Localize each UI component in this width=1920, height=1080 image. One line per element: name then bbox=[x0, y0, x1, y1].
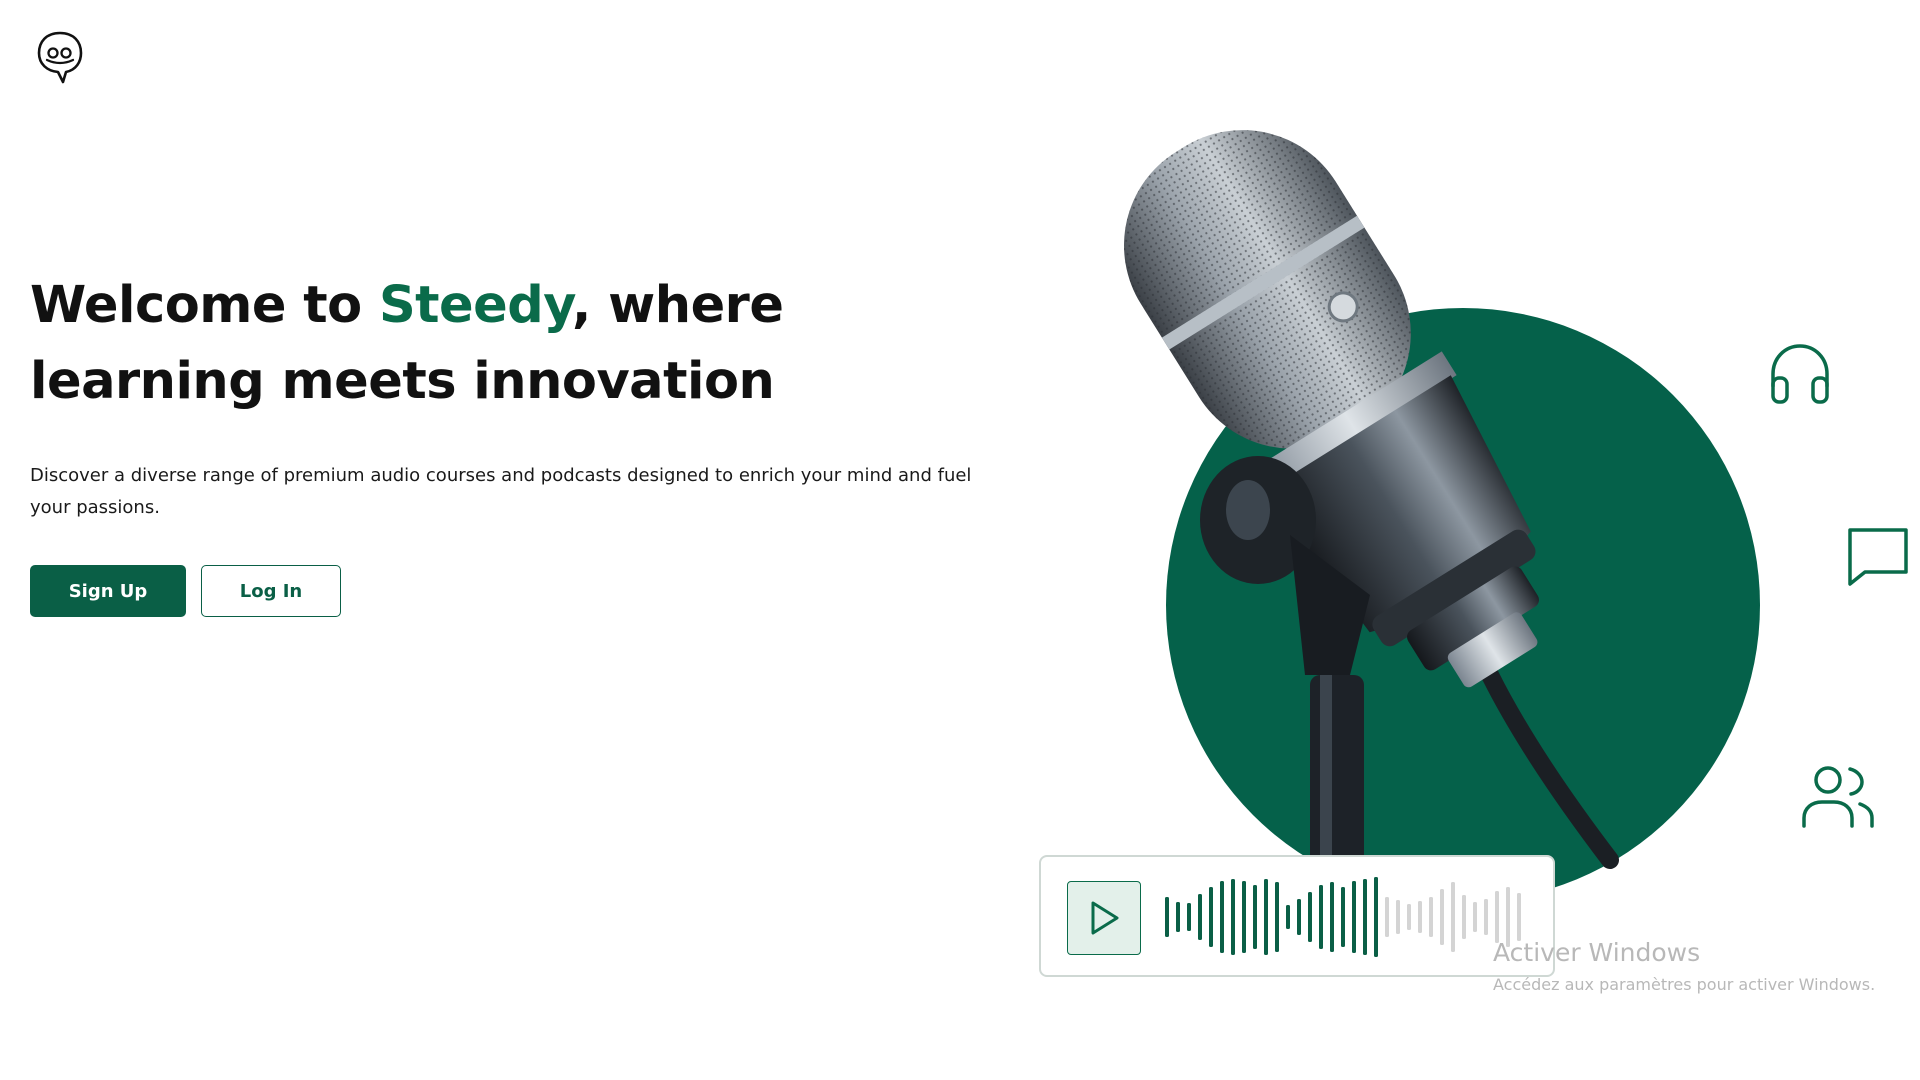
waveform-bar bbox=[1330, 882, 1334, 952]
waveform-bar bbox=[1462, 895, 1466, 939]
waveform-bar bbox=[1429, 897, 1433, 937]
waveform-bar bbox=[1484, 899, 1488, 935]
hero-subtitle: Discover a diverse range of premium audi… bbox=[30, 465, 972, 518]
waveform-bar bbox=[1187, 903, 1191, 931]
hero-title-line2: learning meets innovation bbox=[30, 352, 775, 411]
waveform-bar bbox=[1517, 893, 1521, 941]
waveform-bar bbox=[1473, 902, 1477, 932]
waveform-bar bbox=[1198, 894, 1202, 940]
waveform-bar bbox=[1308, 892, 1312, 942]
waveform-bar bbox=[1286, 905, 1290, 929]
waveform-bar bbox=[1176, 902, 1180, 932]
waveform-bar bbox=[1396, 900, 1400, 934]
waveform-bar bbox=[1275, 882, 1279, 952]
waveform-bar bbox=[1440, 889, 1444, 945]
waveform-bar bbox=[1297, 899, 1301, 935]
windows-activation-subtitle: Accédez aux paramètres pour activer Wind… bbox=[1493, 975, 1876, 994]
play-button[interactable] bbox=[1067, 881, 1141, 955]
waveform-bar bbox=[1165, 897, 1169, 937]
waveform-bar bbox=[1495, 891, 1499, 943]
waveform-bar bbox=[1407, 904, 1411, 930]
waveform-bar bbox=[1231, 879, 1235, 955]
waveform-bar bbox=[1253, 885, 1257, 949]
hero-title-prefix: Welcome to bbox=[30, 276, 379, 335]
headphones-icon bbox=[1767, 340, 1833, 406]
waveform-bar bbox=[1264, 879, 1268, 955]
waveform-bar bbox=[1352, 881, 1356, 953]
audio-waveform[interactable] bbox=[1163, 875, 1533, 959]
waveform-bar bbox=[1242, 881, 1246, 953]
waveform-bar bbox=[1385, 897, 1389, 937]
hero-title: Welcome to Steedy, where learning meets i… bbox=[30, 268, 930, 420]
waveform-bar bbox=[1451, 882, 1455, 952]
brand-name: Steedy bbox=[378, 276, 573, 335]
waveform-bar bbox=[1220, 881, 1224, 953]
waveform-bar bbox=[1319, 885, 1323, 949]
sign-up-button[interactable]: Sign Up bbox=[30, 565, 186, 617]
waveform-bar bbox=[1374, 877, 1378, 957]
chat-icon bbox=[1845, 522, 1911, 588]
play-icon bbox=[1091, 901, 1119, 935]
waveform-bar bbox=[1341, 887, 1345, 947]
users-icon bbox=[1800, 760, 1876, 830]
waveform-bar bbox=[1363, 879, 1367, 955]
waveform-bar bbox=[1418, 901, 1422, 933]
log-in-button[interactable]: Log In bbox=[201, 565, 341, 617]
steedy-logo[interactable] bbox=[36, 30, 84, 88]
windows-activation-title: Activer Windows bbox=[1493, 938, 1701, 967]
waveform-bar bbox=[1209, 887, 1213, 947]
hero-title-suffix: , where bbox=[572, 276, 784, 335]
audio-player-card bbox=[1039, 855, 1555, 977]
speech-bubble-face-icon bbox=[37, 31, 83, 84]
microphone-illustration bbox=[1124, 130, 1619, 875]
